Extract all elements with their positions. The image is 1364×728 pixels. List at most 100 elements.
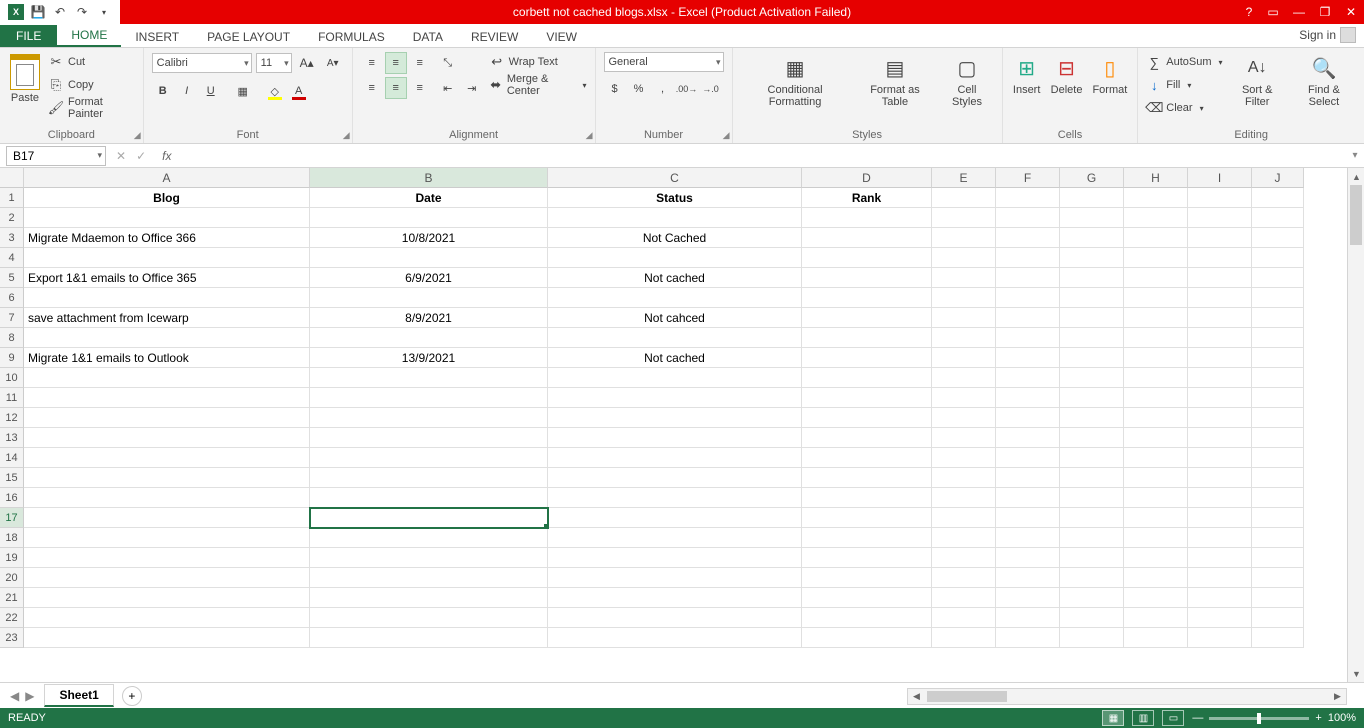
undo-icon[interactable]: ↶ bbox=[52, 4, 68, 20]
cell[interactable] bbox=[1060, 608, 1124, 628]
cell[interactable] bbox=[1124, 368, 1188, 388]
cell[interactable] bbox=[310, 488, 548, 508]
cell[interactable] bbox=[932, 628, 996, 648]
cell[interactable] bbox=[932, 288, 996, 308]
cell[interactable] bbox=[802, 268, 932, 288]
cell[interactable]: Not cached bbox=[548, 268, 802, 288]
cell[interactable] bbox=[1060, 468, 1124, 488]
cell[interactable] bbox=[24, 288, 310, 308]
column-header[interactable]: C bbox=[548, 168, 802, 188]
cell[interactable] bbox=[802, 568, 932, 588]
row-header[interactable]: 23 bbox=[0, 628, 24, 648]
cell[interactable]: 10/8/2021 bbox=[310, 228, 548, 248]
cell[interactable] bbox=[802, 528, 932, 548]
cell[interactable] bbox=[802, 368, 932, 388]
cell[interactable] bbox=[1188, 508, 1252, 528]
column-header[interactable]: H bbox=[1124, 168, 1188, 188]
row-header[interactable]: 16 bbox=[0, 488, 24, 508]
cell[interactable] bbox=[1252, 548, 1304, 568]
cell[interactable] bbox=[1252, 408, 1304, 428]
cell[interactable] bbox=[548, 488, 802, 508]
cell[interactable] bbox=[548, 328, 802, 348]
cell[interactable] bbox=[932, 308, 996, 328]
cell[interactable] bbox=[1060, 548, 1124, 568]
row-header[interactable]: 22 bbox=[0, 608, 24, 628]
cell[interactable] bbox=[1252, 328, 1304, 348]
cell[interactable] bbox=[1124, 408, 1188, 428]
cell[interactable] bbox=[1188, 388, 1252, 408]
cell[interactable] bbox=[802, 428, 932, 448]
format-painter-button[interactable]: 🖌Format Painter bbox=[48, 98, 135, 118]
cell[interactable] bbox=[996, 428, 1060, 448]
cell[interactable] bbox=[1060, 388, 1124, 408]
cell[interactable] bbox=[802, 348, 932, 368]
tab-home[interactable]: HOME bbox=[57, 24, 121, 47]
scroll-up-icon[interactable]: ▲ bbox=[1348, 168, 1364, 185]
cell[interactable] bbox=[1188, 188, 1252, 208]
cell[interactable] bbox=[548, 468, 802, 488]
sheet-tab[interactable]: Sheet1 bbox=[44, 684, 113, 707]
row-header[interactable]: 4 bbox=[0, 248, 24, 268]
format-as-table-button[interactable]: ▤Format as Table bbox=[856, 52, 935, 110]
cell[interactable] bbox=[996, 348, 1060, 368]
cell[interactable] bbox=[1124, 268, 1188, 288]
cell[interactable] bbox=[310, 568, 548, 588]
column-header[interactable]: E bbox=[932, 168, 996, 188]
cell[interactable]: Migrate 1&1 emails to Outlook bbox=[24, 348, 310, 368]
close-icon[interactable]: ✕ bbox=[1338, 0, 1364, 24]
cell-styles-button[interactable]: ▢Cell Styles bbox=[940, 52, 993, 110]
minimize-icon[interactable]: — bbox=[1286, 0, 1312, 24]
cell[interactable] bbox=[996, 448, 1060, 468]
tab-page-layout[interactable]: PAGE LAYOUT bbox=[193, 26, 304, 47]
row-header[interactable]: 19 bbox=[0, 548, 24, 568]
spreadsheet-grid[interactable]: ABCDEFGHIJ 1BlogDateStatusRank23Migrate … bbox=[0, 168, 1364, 682]
increase-font-button[interactable]: A▴ bbox=[296, 52, 318, 74]
align-bottom-button[interactable]: ≡ bbox=[409, 52, 431, 74]
cell[interactable] bbox=[1188, 488, 1252, 508]
new-sheet-button[interactable]: + bbox=[122, 686, 142, 706]
autosum-button[interactable]: ∑AutoSum▾ bbox=[1146, 52, 1222, 72]
decrease-indent-button[interactable]: ⇤ bbox=[437, 77, 459, 99]
decrease-decimal-button[interactable]: →.0 bbox=[700, 78, 722, 100]
cell[interactable] bbox=[802, 608, 932, 628]
cell[interactable] bbox=[1124, 548, 1188, 568]
row-header[interactable]: 17 bbox=[0, 508, 24, 528]
row-header[interactable]: 10 bbox=[0, 368, 24, 388]
cell[interactable]: Not Cached bbox=[548, 228, 802, 248]
cell[interactable] bbox=[1124, 188, 1188, 208]
ribbon-display-icon[interactable]: ▭ bbox=[1260, 0, 1286, 24]
cell[interactable] bbox=[932, 608, 996, 628]
cell[interactable] bbox=[24, 588, 310, 608]
cell[interactable] bbox=[1124, 248, 1188, 268]
redo-icon[interactable]: ↷ bbox=[74, 4, 90, 20]
cell[interactable] bbox=[802, 508, 932, 528]
cell[interactable] bbox=[548, 508, 802, 528]
cell[interactable]: save attachment from Icewarp bbox=[24, 308, 310, 328]
row-header[interactable]: 7 bbox=[0, 308, 24, 328]
cell[interactable] bbox=[1060, 308, 1124, 328]
cut-button[interactable]: ✂Cut bbox=[48, 52, 135, 72]
cell[interactable] bbox=[1060, 588, 1124, 608]
row-header[interactable]: 14 bbox=[0, 448, 24, 468]
cell[interactable] bbox=[1252, 228, 1304, 248]
fill-color-button[interactable]: ◇ bbox=[264, 80, 286, 102]
cell[interactable] bbox=[802, 388, 932, 408]
cell[interactable] bbox=[932, 508, 996, 528]
cell[interactable] bbox=[996, 248, 1060, 268]
formula-input[interactable] bbox=[177, 146, 1346, 166]
hscroll-thumb[interactable] bbox=[927, 691, 1007, 702]
zoom-out-icon[interactable]: — bbox=[1192, 712, 1203, 724]
cell[interactable] bbox=[932, 588, 996, 608]
cell[interactable] bbox=[1124, 448, 1188, 468]
cell[interactable] bbox=[1188, 348, 1252, 368]
enter-formula-icon[interactable]: ✓ bbox=[136, 149, 146, 163]
cell[interactable] bbox=[802, 548, 932, 568]
cell[interactable] bbox=[1060, 268, 1124, 288]
cell[interactable] bbox=[548, 368, 802, 388]
cell[interactable] bbox=[996, 608, 1060, 628]
cell[interactable] bbox=[24, 548, 310, 568]
zoom-in-icon[interactable]: + bbox=[1315, 712, 1321, 724]
cell[interactable] bbox=[1188, 588, 1252, 608]
increase-indent-button[interactable]: ⇥ bbox=[461, 77, 483, 99]
sort-filter-button[interactable]: A↓Sort & Filter bbox=[1229, 52, 1286, 110]
